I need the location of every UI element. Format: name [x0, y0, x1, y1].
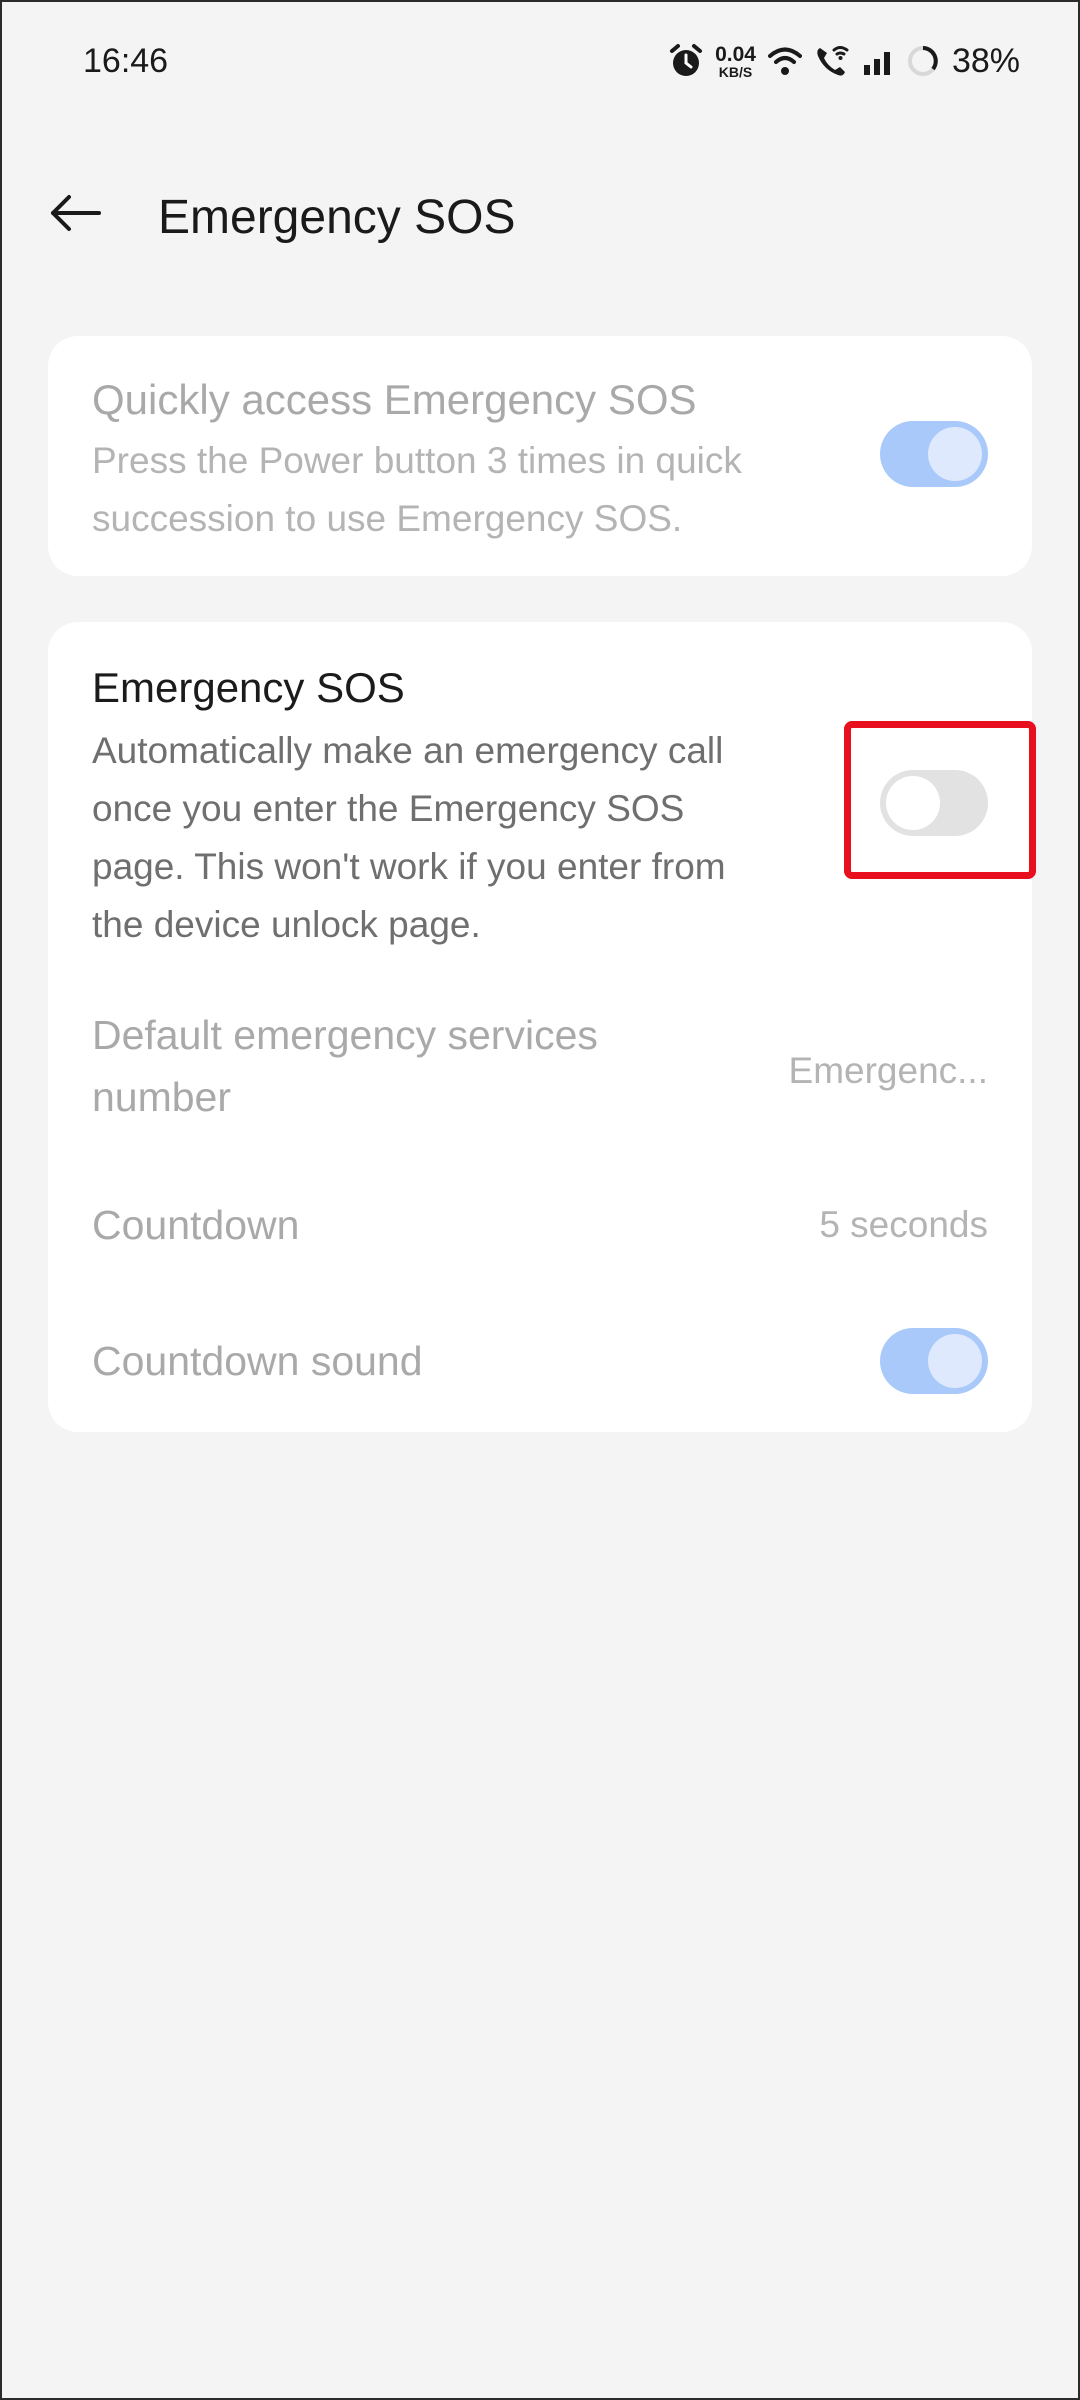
toggle-knob — [928, 1334, 982, 1388]
network-speed: 0.04 KB/S — [715, 44, 756, 79]
quick-access-description-line2: succession to use Emergency SOS. — [92, 498, 683, 539]
page-title: Emergency SOS — [158, 191, 516, 244]
default-emergency-number-label-line1: Default emergency services — [92, 1012, 598, 1058]
quick-access-description-line1: Press the Power button 3 times in quick — [92, 440, 742, 481]
signal-icon — [862, 47, 894, 75]
emergency-sos-description-line: Automatically make an emergency call — [92, 730, 724, 771]
network-speed-unit: KB/S — [718, 63, 753, 80]
emergency-sos-description-line: the device unlock page. — [92, 904, 481, 945]
toggle-knob — [928, 427, 982, 481]
quick-access-title: Quickly access Emergency SOS — [92, 376, 697, 423]
emergency-sos-description-line: once you enter the Emergency SOS — [92, 788, 685, 829]
default-emergency-number-value: Emergenc... — [788, 1050, 988, 1091]
emergency-sos-description-line: page. This won't work if you enter from — [92, 846, 726, 887]
arrow-left-icon — [49, 193, 103, 233]
app-bar: Emergency SOS — [0, 170, 1080, 260]
alarm-icon — [669, 43, 703, 79]
wifi-calling-icon — [814, 44, 850, 78]
countdown-value: 5 seconds — [819, 1204, 988, 1245]
battery-ring-icon — [906, 44, 940, 78]
battery-percent: 38% — [951, 41, 1020, 80]
default-emergency-number-label-line2: number — [92, 1074, 232, 1120]
quick-access-card: Quickly access Emergency SOS Press the P… — [48, 336, 1032, 576]
countdown-label: Countdown — [92, 1202, 300, 1248]
status-bar: 16:46 0.04 KB/S 38% — [0, 0, 1080, 120]
back-button[interactable] — [46, 188, 106, 238]
countdown-sound-toggle[interactable] — [880, 1328, 988, 1394]
quick-access-toggle[interactable] — [880, 421, 988, 487]
wifi-icon — [767, 46, 802, 76]
highlight-annotation-box — [844, 721, 1036, 879]
countdown-sound-label: Countdown sound — [92, 1338, 423, 1384]
status-icons: 0.04 KB/S 38% — [669, 38, 1020, 84]
network-speed-value: 0.04 — [715, 42, 756, 66]
status-time: 16:46 — [83, 42, 169, 80]
emergency-sos-title: Emergency SOS — [92, 664, 405, 711]
